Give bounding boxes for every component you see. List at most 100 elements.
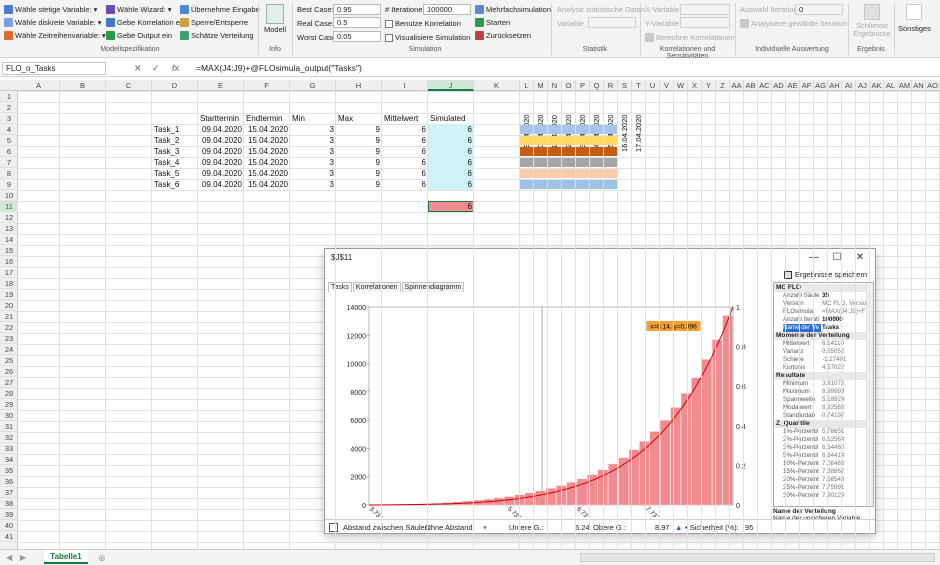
- property-row[interactable]: 1%-Perzentil 5.78651: [774, 428, 866, 436]
- close-icon[interactable]: ✕: [849, 251, 871, 265]
- column-header[interactable]: G: [290, 80, 336, 91]
- row-header[interactable]: 2: [0, 102, 18, 113]
- column-header[interactable]: P: [576, 80, 590, 91]
- column-header[interactable]: R: [604, 80, 618, 91]
- row-header[interactable]: 41: [0, 531, 18, 542]
- row-header[interactable]: 25: [0, 355, 18, 366]
- column-header[interactable]: S: [618, 80, 632, 91]
- mean-cell[interactable]: 6: [384, 157, 426, 168]
- row-header[interactable]: 29: [0, 399, 18, 410]
- tab-next-icon[interactable]: ▶: [20, 553, 26, 562]
- column-header[interactable]: AI: [842, 80, 856, 91]
- column-header[interactable]: J: [428, 80, 474, 91]
- min-cell[interactable]: 3: [292, 179, 334, 190]
- row-header[interactable]: 9: [0, 179, 18, 190]
- column-header[interactable]: E: [198, 80, 244, 91]
- row-header[interactable]: 7: [0, 157, 18, 168]
- confidence-value[interactable]: 95: [745, 523, 753, 532]
- dropdown-icon[interactable]: ▾: [483, 523, 487, 532]
- model-icon[interactable]: [266, 4, 284, 24]
- name-box[interactable]: FLO_o_Tasks: [2, 62, 106, 75]
- column-header[interactable]: Z: [716, 80, 730, 91]
- maximize-icon[interactable]: ☐: [826, 251, 848, 265]
- column-header[interactable]: M: [534, 80, 548, 91]
- variable-select[interactable]: [588, 17, 636, 28]
- column-header[interactable]: D: [152, 80, 198, 91]
- column-title-cell[interactable]: Simulated: [430, 113, 490, 124]
- add-sheet-icon[interactable]: ⊕: [98, 553, 106, 564]
- row-header[interactable]: 27: [0, 377, 18, 388]
- row-header[interactable]: 28: [0, 388, 18, 399]
- column-header[interactable]: K: [474, 80, 520, 91]
- row-header[interactable]: 17: [0, 267, 18, 278]
- start-date-cell[interactable]: 09.04.2020: [200, 179, 242, 190]
- upper-bound-value[interactable]: 8.97: [655, 523, 670, 532]
- property-row[interactable]: Mittelwert 6.14110: [774, 340, 866, 348]
- column-header[interactable]: A: [18, 80, 60, 91]
- max-cell[interactable]: 9: [338, 157, 380, 168]
- property-row[interactable]: Anzahl Säule 35: [774, 292, 866, 300]
- minimize-icon[interactable]: —: [803, 251, 825, 265]
- column-header[interactable]: C: [106, 80, 152, 91]
- max-cell[interactable]: 9: [338, 179, 380, 190]
- property-row[interactable]: Minimum 3.81076: [774, 380, 866, 388]
- column-spacing-select[interactable]: Ohne Abstand: [425, 523, 473, 532]
- column-header[interactable]: AO: [926, 80, 940, 91]
- column-header[interactable]: AC: [758, 80, 772, 91]
- function-icon[interactable]: fx: [172, 63, 179, 73]
- row-header[interactable]: 15: [0, 245, 18, 256]
- total-simulated-cell[interactable]: 6: [430, 201, 472, 212]
- row-header[interactable]: 6: [0, 146, 18, 157]
- column-header[interactable]: AD: [772, 80, 786, 91]
- simulated-cell[interactable]: 6: [430, 124, 472, 135]
- task-name-cell[interactable]: Task_2: [154, 135, 196, 146]
- row-header[interactable]: 37: [0, 487, 18, 498]
- property-category[interactable]: MC FLO: [774, 284, 866, 292]
- property-row[interactable]: Modalwert 8.92566: [774, 404, 866, 412]
- mean-cell[interactable]: 6: [384, 179, 426, 190]
- row-header[interactable]: 13: [0, 223, 18, 234]
- column-header[interactable]: AM: [898, 80, 912, 91]
- row-header[interactable]: 35: [0, 465, 18, 476]
- tab-korrelationen[interactable]: Korrelationen: [352, 282, 401, 292]
- mean-cell[interactable]: 6: [384, 124, 426, 135]
- row-header[interactable]: 16: [0, 256, 18, 267]
- simulated-cell[interactable]: 6: [430, 146, 472, 157]
- column-header[interactable]: AG: [814, 80, 828, 91]
- max-cell[interactable]: 9: [338, 135, 380, 146]
- row-header[interactable]: 36: [0, 476, 18, 487]
- real-case-input[interactable]: 0.5: [333, 17, 381, 28]
- task-name-cell[interactable]: Task_4: [154, 157, 196, 168]
- row-header[interactable]: 8: [0, 168, 18, 179]
- property-row[interactable]: Maximum 8.99999: [774, 388, 866, 396]
- property-row[interactable]: FLOsimula =MAX(J4:J9)+F: [774, 308, 866, 316]
- apply-input-button[interactable]: Übernehme Eingabe: [180, 5, 260, 14]
- property-row[interactable]: Name der Ve Tasks: [774, 324, 866, 332]
- start-date-cell[interactable]: 09.04.2020: [200, 124, 242, 135]
- property-grid[interactable]: MC FLO Anzahl Säule 35 Version MC FLO, Versi…: [773, 282, 874, 507]
- task-name-cell[interactable]: Task_1: [154, 124, 196, 135]
- select-discrete-variable-button[interactable]: Wähle diskrete Variable: ▾: [4, 18, 102, 27]
- mean-cell[interactable]: 6: [384, 135, 426, 146]
- task-name-cell[interactable]: Task_5: [154, 168, 196, 179]
- property-row[interactable]: 5%-Perzentil 6.64414: [774, 452, 866, 460]
- row-header[interactable]: 22: [0, 322, 18, 333]
- row-header[interactable]: 33: [0, 443, 18, 454]
- close-results-icon[interactable]: [864, 4, 880, 20]
- best-case-input[interactable]: 0.95: [333, 4, 381, 15]
- row-header[interactable]: 5: [0, 135, 18, 146]
- max-cell[interactable]: 9: [338, 168, 380, 179]
- min-cell[interactable]: 3: [292, 135, 334, 146]
- column-header[interactable]: AH: [828, 80, 842, 91]
- property-row[interactable]: Anzahl Iterati 100000: [774, 316, 866, 324]
- iterations-input[interactable]: 100000: [423, 4, 471, 15]
- sheet-tab-tabelle1[interactable]: Tabelle1: [44, 550, 88, 564]
- row-header[interactable]: 20: [0, 300, 18, 311]
- column-header[interactable]: B: [60, 80, 106, 91]
- column-header[interactable]: AK: [870, 80, 884, 91]
- confirm-icon[interactable]: ✓: [152, 63, 160, 74]
- column-header[interactable]: U: [646, 80, 660, 91]
- property-row[interactable]: 30%-Perzent 7.90129: [774, 492, 866, 500]
- end-date-cell[interactable]: 15.04.2020: [246, 124, 288, 135]
- row-header[interactable]: 18: [0, 278, 18, 289]
